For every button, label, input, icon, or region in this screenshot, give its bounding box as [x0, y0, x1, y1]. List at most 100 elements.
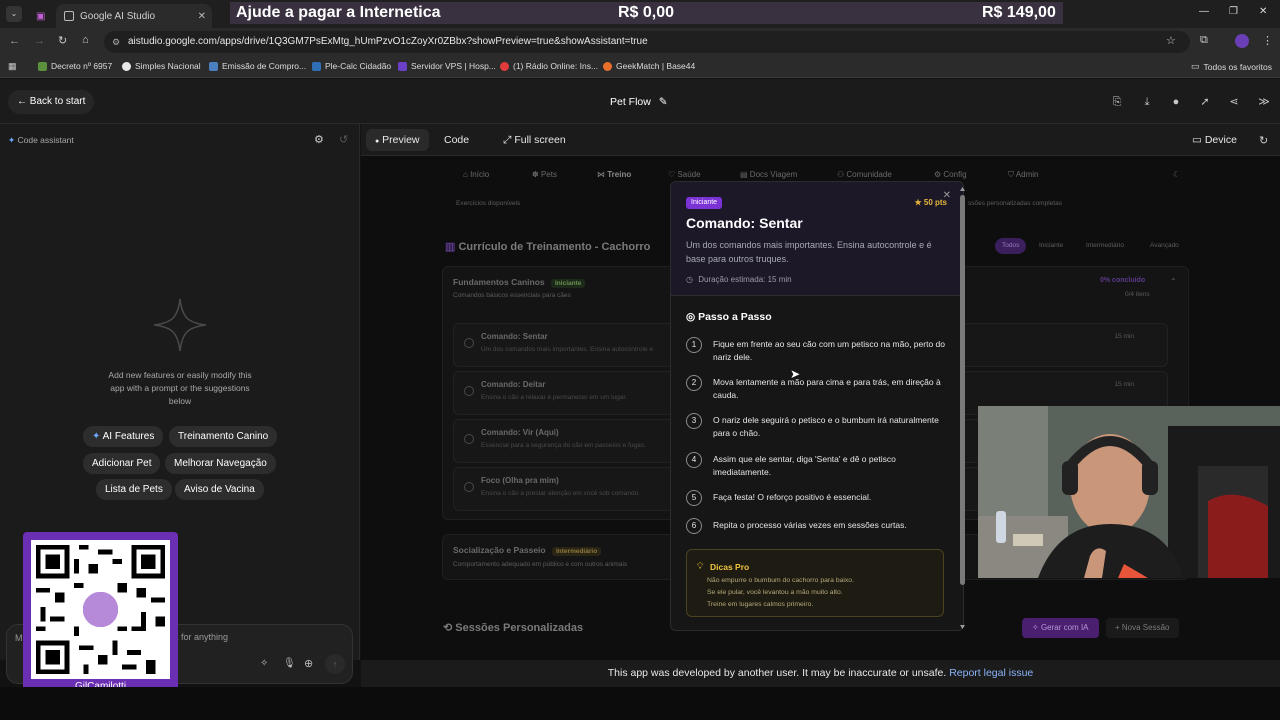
- bookmark-label: Emissão de Compro...: [222, 61, 307, 71]
- lesson-duration: 15 min: [1114, 333, 1134, 340]
- url-field[interactable]: ⚙ aistudio.google.com/apps/drive/1Q3GM7P…: [104, 31, 1190, 53]
- lesson-check-icon[interactable]: [464, 338, 474, 348]
- chip-lista-de-pets[interactable]: Lista de Pets: [96, 479, 172, 500]
- nav-admin[interactable]: ⛉ Admin: [1008, 170, 1038, 180]
- nav-docs-viagem[interactable]: ▤ Docs Viagem: [740, 170, 797, 179]
- target-icon: ◎: [686, 311, 696, 323]
- bookmark-item[interactable]: Simples Nacional: [122, 61, 201, 71]
- download-icon[interactable]: ⤓: [1141, 96, 1153, 108]
- step-text: Mova lentamente a mão para cima e para t…: [713, 377, 941, 400]
- filter-intermediario[interactable]: Intermediário: [1086, 242, 1124, 249]
- modal-duration: ◷ Duração estimada: 15 min: [686, 275, 792, 284]
- extensions-icon[interactable]: ⧉: [1200, 34, 1208, 47]
- modal-description: Um dos comandos mais importantes. Ensina…: [686, 240, 932, 264]
- bookmark-item[interactable]: (1) Rádio Online: Ins...: [500, 61, 598, 71]
- home-icon[interactable]: ⌂: [82, 34, 89, 46]
- lesson-check-icon[interactable]: [464, 386, 474, 396]
- lesson-title: Comando: Vir (Aqui): [481, 428, 559, 437]
- nav-pets[interactable]: ✽ Pets: [532, 170, 557, 179]
- back-arrow-icon[interactable]: ←: [9, 35, 20, 47]
- filter-avancado[interactable]: Avançado: [1150, 242, 1179, 249]
- lesson-desc: Ensina o cão a prestar atenção em você s…: [481, 490, 640, 497]
- full-screen-button[interactable]: ⤢ Full screen: [494, 129, 575, 151]
- microphone-icon[interactable]: 🎙︎: [283, 658, 296, 669]
- tab-close-icon[interactable]: ✕: [198, 11, 206, 22]
- lesson-desc: Ensina o cão a relaxar e permanecer em u…: [481, 394, 627, 401]
- window-minimize-icon[interactable]: —: [1199, 6, 1209, 17]
- site-info-icon[interactable]: ⚙: [112, 31, 120, 53]
- reload-icon[interactable]: ↻: [58, 34, 67, 47]
- refresh-preview-icon[interactable]: ↻: [1259, 134, 1268, 147]
- edit-pencil-icon[interactable]: ✎: [659, 96, 668, 108]
- tab-code[interactable]: Code: [435, 129, 478, 151]
- lesson-check-icon[interactable]: [464, 482, 474, 492]
- bookmark-item[interactable]: Ple-Calc Cidadão: [312, 61, 391, 71]
- apps-grid-icon[interactable]: ▦: [8, 61, 17, 72]
- share-icon[interactable]: ⋖: [1228, 96, 1240, 108]
- bookmark-item[interactable]: Servidor VPS | Hosp...: [398, 61, 496, 71]
- bookmark-star-icon[interactable]: ☆: [1166, 34, 1176, 47]
- bottom-bar: [0, 687, 1280, 720]
- disclaimer-footer: This app was developed by another user. …: [361, 660, 1280, 687]
- arrow-left-icon: ←: [17, 96, 27, 107]
- history-icon[interactable]: ↺: [339, 133, 348, 146]
- menu-dots-icon[interactable]: ⋮: [1262, 34, 1273, 47]
- add-attachment-icon[interactable]: ⊕: [304, 657, 313, 670]
- save-drive-icon[interactable]: ⎘: [1111, 96, 1123, 108]
- bookmark-item[interactable]: Decreto nº 6957: [38, 61, 112, 71]
- sparkle-icon: ✦: [92, 431, 101, 442]
- new-session-button[interactable]: + Nova Sessão: [1106, 618, 1179, 638]
- tip-item: Treine em lugares calmos primeiro.: [707, 601, 814, 608]
- expand-icon: ⤢: [503, 134, 512, 146]
- chevron-up-icon[interactable]: ⌃: [1170, 277, 1177, 286]
- back-to-start-button[interactable]: ← Back to start: [8, 90, 95, 114]
- all-bookmarks[interactable]: ▭ Todos os favoritos: [1191, 61, 1272, 72]
- chip-treinamento-canino[interactable]: Treinamento Canino: [169, 426, 278, 447]
- deploy-rocket-icon[interactable]: ➚: [1199, 96, 1211, 108]
- collapse-icon[interactable]: ≫: [1258, 96, 1270, 108]
- gear-icon: ⚙: [934, 170, 942, 179]
- close-icon[interactable]: ✕: [943, 190, 951, 201]
- tab-search-icon[interactable]: ⌄: [6, 6, 22, 22]
- bookmark-item[interactable]: Emissão de Compro...: [209, 61, 306, 71]
- settings-gear-icon[interactable]: ⚙: [314, 133, 324, 146]
- sessions-title: Sessões Personalizadas: [455, 622, 584, 634]
- nav-inicio[interactable]: ⌂ Início: [463, 170, 489, 179]
- bookmark-favicon-icon: [209, 61, 218, 71]
- magic-wand-icon[interactable]: ✧: [260, 658, 268, 669]
- curriculum-title: Currículo de Treinamento - Cachorro: [458, 241, 651, 253]
- tab-extensions[interactable]: ▣: [28, 4, 54, 28]
- bookmark-item[interactable]: GeekMatch | Base44: [603, 61, 695, 71]
- people-icon: ⚇: [837, 170, 845, 179]
- nav-saude[interactable]: ♡ Saúde: [668, 170, 701, 179]
- tab-ai-studio[interactable]: Google AI Studio ✕: [56, 4, 212, 28]
- github-icon[interactable]: ●: [1170, 96, 1182, 108]
- device-button[interactable]: ▭ Device: [1183, 129, 1246, 151]
- nav-config[interactable]: ⚙ Config: [934, 170, 967, 179]
- tab-preview[interactable]: ● Preview: [366, 129, 429, 151]
- send-button[interactable]: ↑: [325, 654, 345, 674]
- pro-tips-box: 💡︎ Dicas Pro Não empurre o bumbum do cac…: [686, 549, 944, 617]
- chip-aviso-de-vacina[interactable]: Aviso de Vacina: [175, 479, 264, 500]
- forward-arrow-icon[interactable]: →: [34, 35, 45, 47]
- filter-iniciante[interactable]: Iniciante: [1039, 242, 1063, 249]
- chip-adicionar-pet[interactable]: Adicionar Pet: [83, 453, 161, 474]
- generate-ai-button[interactable]: ✧ Gerar com IA: [1022, 618, 1099, 638]
- app-title[interactable]: Pet Flow ✎: [610, 96, 668, 108]
- nav-treino[interactable]: ⋈ Treino: [597, 170, 631, 179]
- window-restore-icon[interactable]: ❐: [1229, 6, 1238, 17]
- lesson-check-icon[interactable]: [464, 434, 474, 444]
- steps-title-text: Passo a Passo: [698, 311, 772, 323]
- modal-scrollbar[interactable]: [959, 185, 966, 631]
- nav-comunidade[interactable]: ⚇ Comunidade: [837, 170, 892, 179]
- theme-toggle-icon[interactable]: ☾: [1173, 170, 1180, 179]
- plus-icon: +: [1115, 623, 1120, 632]
- window-close-icon[interactable]: ✕: [1259, 6, 1267, 17]
- book-icon: ▥: [445, 241, 456, 253]
- chip-melhorar-navegacao[interactable]: Melhorar Navegação: [165, 453, 276, 474]
- nav-label: Treino: [607, 170, 632, 179]
- chip-ai-features[interactable]: ✦ AI Features: [83, 426, 164, 447]
- report-legal-issue-link[interactable]: Report legal issue: [949, 667, 1033, 679]
- profile-avatar[interactable]: [1235, 34, 1249, 48]
- filter-todos[interactable]: Todos: [995, 238, 1027, 254]
